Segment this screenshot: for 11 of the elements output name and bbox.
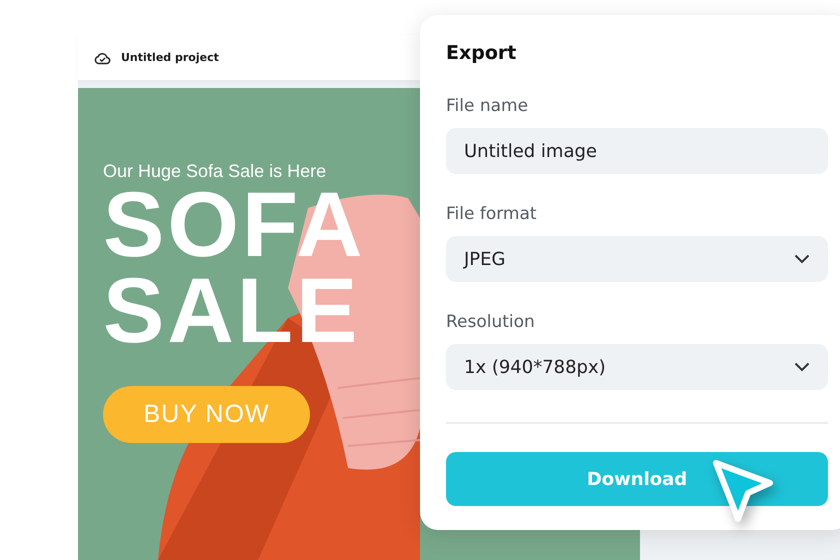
chevron-down-icon (794, 362, 810, 372)
chevron-down-icon (794, 254, 810, 264)
panel-title: Export (446, 42, 516, 64)
field-label: File format (446, 204, 537, 224)
cloud-check-icon (94, 50, 111, 64)
dropdown-field[interactable]: 1x (940*788px) (446, 344, 828, 390)
field-label: Resolution (446, 312, 535, 332)
input-field[interactable]: Untitled image (446, 128, 828, 174)
dropdown-field[interactable]: JPEG (446, 236, 828, 282)
field-label: File name (446, 96, 528, 116)
project-title: Untitled project (121, 51, 219, 64)
